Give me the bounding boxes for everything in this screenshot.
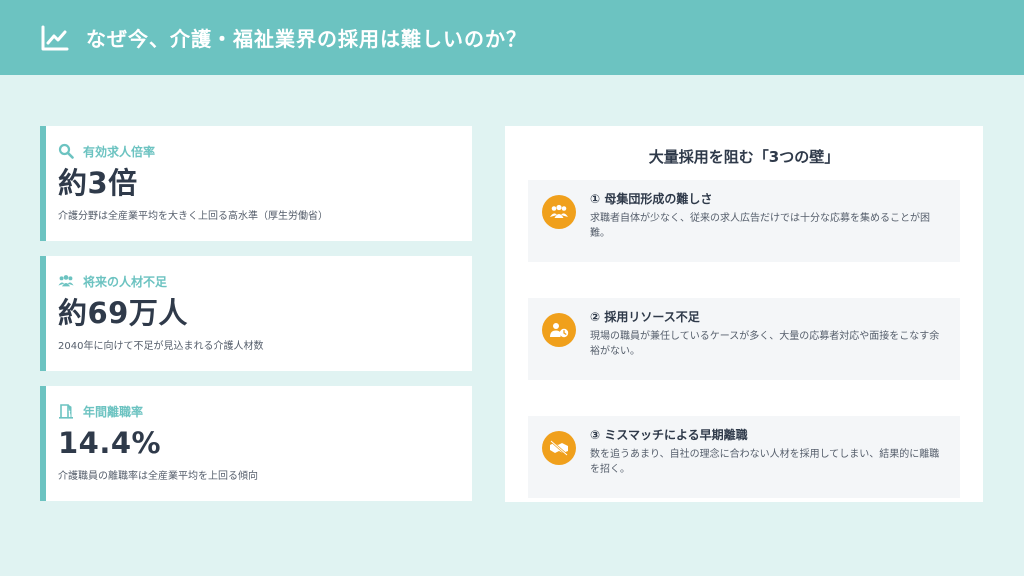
stat-value: 14.4% (58, 426, 162, 460)
wall-title: ② 採用リソース不足 (590, 310, 700, 324)
people-group-icon (58, 275, 74, 287)
stat-card-shortage: 将来の人材不足 約69万人 2040年に向けて不足が見込まれる介護人材数 (40, 256, 472, 371)
chart-line-icon (41, 25, 69, 50)
wall-item-mismatch: ③ ミスマッチによる早期離職 数を追うあまり、自社の理念に合わない人材を採用して… (528, 416, 960, 498)
handshake-slash-icon (542, 431, 576, 465)
walls-panel: 大量採用を阻む「3つの壁」 ① 母集団形成の難しさ 求職者自体が少なく、従来の求… (505, 126, 983, 502)
wall-description: 数を追うあまり、自社の理念に合わない人材を採用してしまい、結果的に離職を招く。 (590, 449, 940, 475)
wall-description: 現場の職員が兼任しているケースが多く、大量の応募者対応や面接をこなす余裕がない。 (590, 331, 940, 357)
walls-panel-title: 大量採用を阻む「3つの壁」 (648, 148, 840, 166)
wall-item-population: ① 母集団形成の難しさ 求職者自体が少なく、従来の求人広告だけでは十分な応募を集… (528, 180, 960, 262)
stat-label: 将来の人材不足 (83, 274, 168, 289)
user-clock-icon (542, 313, 576, 347)
door-exit-icon (59, 404, 73, 419)
stat-value: 約3倍 (58, 166, 138, 200)
wall-title: ③ ミスマッチによる早期離職 (590, 428, 748, 442)
page-title: なぜ今、介護・福祉業界の採用は難しいのか？ (86, 27, 527, 51)
wall-item-resources: ② 採用リソース不足 現場の職員が兼任しているケースが多く、大量の応募者対応や面… (528, 298, 960, 380)
stat-card-job-ratio: 有効求人倍率 約3倍 介護分野は全産業平均を大きく上回る高水準（厚生労働省） (40, 126, 472, 241)
users-group-icon (542, 195, 576, 229)
stat-description: 介護職員の離職率は全産業平均を上回る傾向 (58, 471, 258, 482)
wall-title: ① 母集団形成の難しさ (590, 192, 713, 206)
stat-description: 介護分野は全産業平均を大きく上回る高水準（厚生労働省） (58, 211, 328, 222)
stat-value: 約69万人 (58, 296, 188, 330)
search-icon (58, 143, 74, 159)
wall-description: 求職者自体が少なく、従来の求人広告だけでは十分な応募を集めることが困難。 (590, 213, 930, 239)
stat-card-turnover: 年間離職率 14.4% 介護職員の離職率は全産業平均を上回る傾向 (40, 386, 472, 501)
stat-label: 年間離職率 (83, 404, 144, 419)
header-bar: なぜ今、介護・福祉業界の採用は難しいのか？ (0, 0, 1024, 75)
stat-label: 有効求人倍率 (83, 144, 156, 159)
stat-description: 2040年に向けて不足が見込まれる介護人材数 (58, 341, 264, 352)
